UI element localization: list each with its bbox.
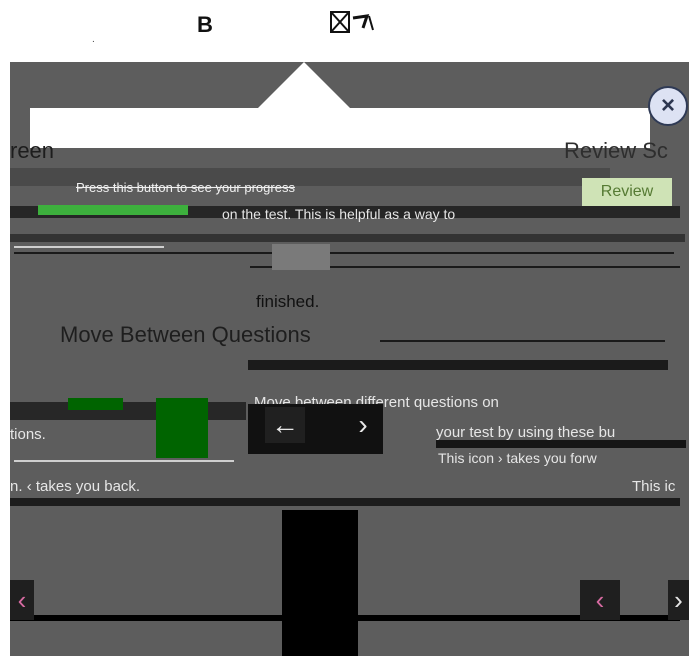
back-text: n. ‹ takes you back. [10, 478, 140, 495]
left-tions-text: tions. [10, 426, 46, 443]
back-text-label-2: takes you back. [35, 478, 141, 495]
progress-bar [38, 205, 188, 215]
green-block [156, 398, 208, 458]
text-scanline [14, 246, 164, 248]
chevron-left-icon: ‹ [17, 585, 27, 615]
chevron-right-icon: › [674, 585, 683, 615]
popover-panel [30, 108, 650, 148]
header-right: Review Sc [564, 138, 668, 163]
back-arrow-button[interactable]: ‹ [10, 580, 34, 620]
previous-button[interactable]: ‹ [580, 580, 620, 620]
gray-block [272, 244, 330, 270]
left-arrow-icon: ← [271, 409, 299, 440]
review-button[interactable]: Review [582, 178, 672, 206]
move-body-3-label: This icon [438, 450, 495, 466]
progress-hint: Press this button to see your progress [76, 180, 295, 195]
glitch-icon [327, 10, 383, 43]
back-text-label: n. [10, 478, 23, 495]
top-dot: . [92, 34, 95, 45]
left-arrow-button[interactable]: ← [265, 407, 305, 443]
dark-band-3 [10, 234, 685, 242]
dark-band-5 [10, 402, 246, 420]
dark-band-6 [436, 440, 686, 448]
close-icon: × [660, 92, 675, 119]
next-button[interactable]: › [668, 580, 689, 620]
move-body-3: This icon › takes you forw [438, 450, 597, 466]
green-block [68, 398, 123, 410]
chevron-right-icon: › [497, 450, 503, 466]
dark-band-4 [248, 360, 668, 370]
chevron-right-icon: › [358, 409, 368, 440]
text-scanline [14, 460, 234, 462]
dark-band-7 [10, 498, 680, 506]
text-scanline [14, 252, 674, 254]
chevron-left-icon: ‹ [595, 585, 605, 615]
top-letter-b: B [197, 12, 213, 37]
move-title: Move Between Questions [60, 322, 311, 347]
header-left: reen [10, 138, 55, 163]
finished-text: finished. [256, 292, 320, 311]
next-chevron-button[interactable]: › [343, 407, 383, 443]
top-strip: . B [0, 0, 689, 62]
close-button[interactable]: × [648, 86, 688, 126]
this-ic-text: This ic [632, 478, 676, 495]
move-body-3b-label: takes you forw [506, 450, 597, 466]
move-body-2: your test by using these bu [436, 424, 616, 441]
black-column [282, 510, 358, 656]
chevron-left-icon: ‹ [26, 478, 32, 495]
text-scanline [380, 340, 665, 342]
popover-caret [258, 62, 350, 108]
test-status-text: on the test. This is helpful as a way to [222, 206, 456, 222]
